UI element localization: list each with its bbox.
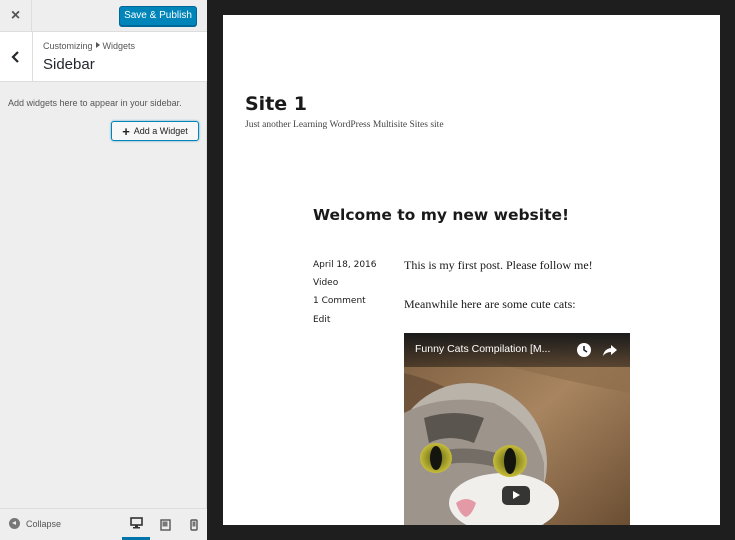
breadcrumb-separator-icon <box>95 42 100 48</box>
preview-mobile-button[interactable] <box>180 509 208 540</box>
preview-tablet-button[interactable] <box>151 509 179 540</box>
post-date[interactable]: April 18, 2016 <box>313 260 377 270</box>
embedded-video[interactable]: Funny Cats Compilation [M... <box>404 333 630 525</box>
mobile-icon <box>190 518 198 531</box>
collapse-arrow-icon <box>9 518 20 529</box>
collapse-label: Collapse <box>26 518 62 529</box>
tablet-icon <box>159 518 171 531</box>
post-title[interactable]: Welcome to my new website! <box>313 206 569 224</box>
post-edit-link[interactable]: Edit <box>313 315 330 325</box>
section-header: Customizing Widgets Sidebar <box>0 32 207 82</box>
play-icon[interactable] <box>502 486 530 505</box>
chevron-left-icon <box>11 50 19 63</box>
site-preview: Site 1 Just another Learning WordPress M… <box>223 15 720 525</box>
post-comments-link[interactable]: 1 Comment <box>313 296 366 306</box>
desktop-icon <box>129 517 143 529</box>
site-title[interactable]: Site 1 <box>245 93 307 115</box>
post-paragraph-1: This is my first post. Please follow me! <box>404 258 593 272</box>
section-title: Sidebar <box>43 56 95 73</box>
add-widget-button[interactable]: + Add a Widget <box>111 121 199 141</box>
customizer-footer: Collapse <box>0 508 207 540</box>
add-widget-label: Add a Widget <box>133 126 188 136</box>
share-icon[interactable] <box>602 342 618 358</box>
section-description: Add widgets here to appear in your sideb… <box>8 98 182 108</box>
collapse-button[interactable]: Collapse <box>9 518 61 529</box>
post-paragraph-2: Meanwhile here are some cute cats: <box>404 297 576 311</box>
site-tagline: Just another Learning WordPress Multisit… <box>245 120 444 130</box>
watch-later-icon[interactable] <box>576 342 592 358</box>
customizer-header-actions: × Save & Publish <box>0 0 207 32</box>
close-customizer-button[interactable]: × <box>0 0 32 31</box>
back-button[interactable] <box>0 32 33 81</box>
breadcrumb-section: Widgets <box>102 41 136 51</box>
post-format[interactable]: Video <box>313 278 338 288</box>
customizer-panel: × Save & Publish Customizing Widgets Side… <box>0 0 207 540</box>
plus-icon: + <box>122 123 130 139</box>
preview-desktop-button[interactable] <box>122 509 150 540</box>
breadcrumb: Customizing Widgets <box>43 41 135 51</box>
save-publish-button[interactable]: Save & Publish <box>119 6 197 26</box>
video-title[interactable]: Funny Cats Compilation [M... <box>415 343 550 355</box>
close-icon: × <box>10 6 21 24</box>
breadcrumb-root: Customizing <box>43 41 93 51</box>
